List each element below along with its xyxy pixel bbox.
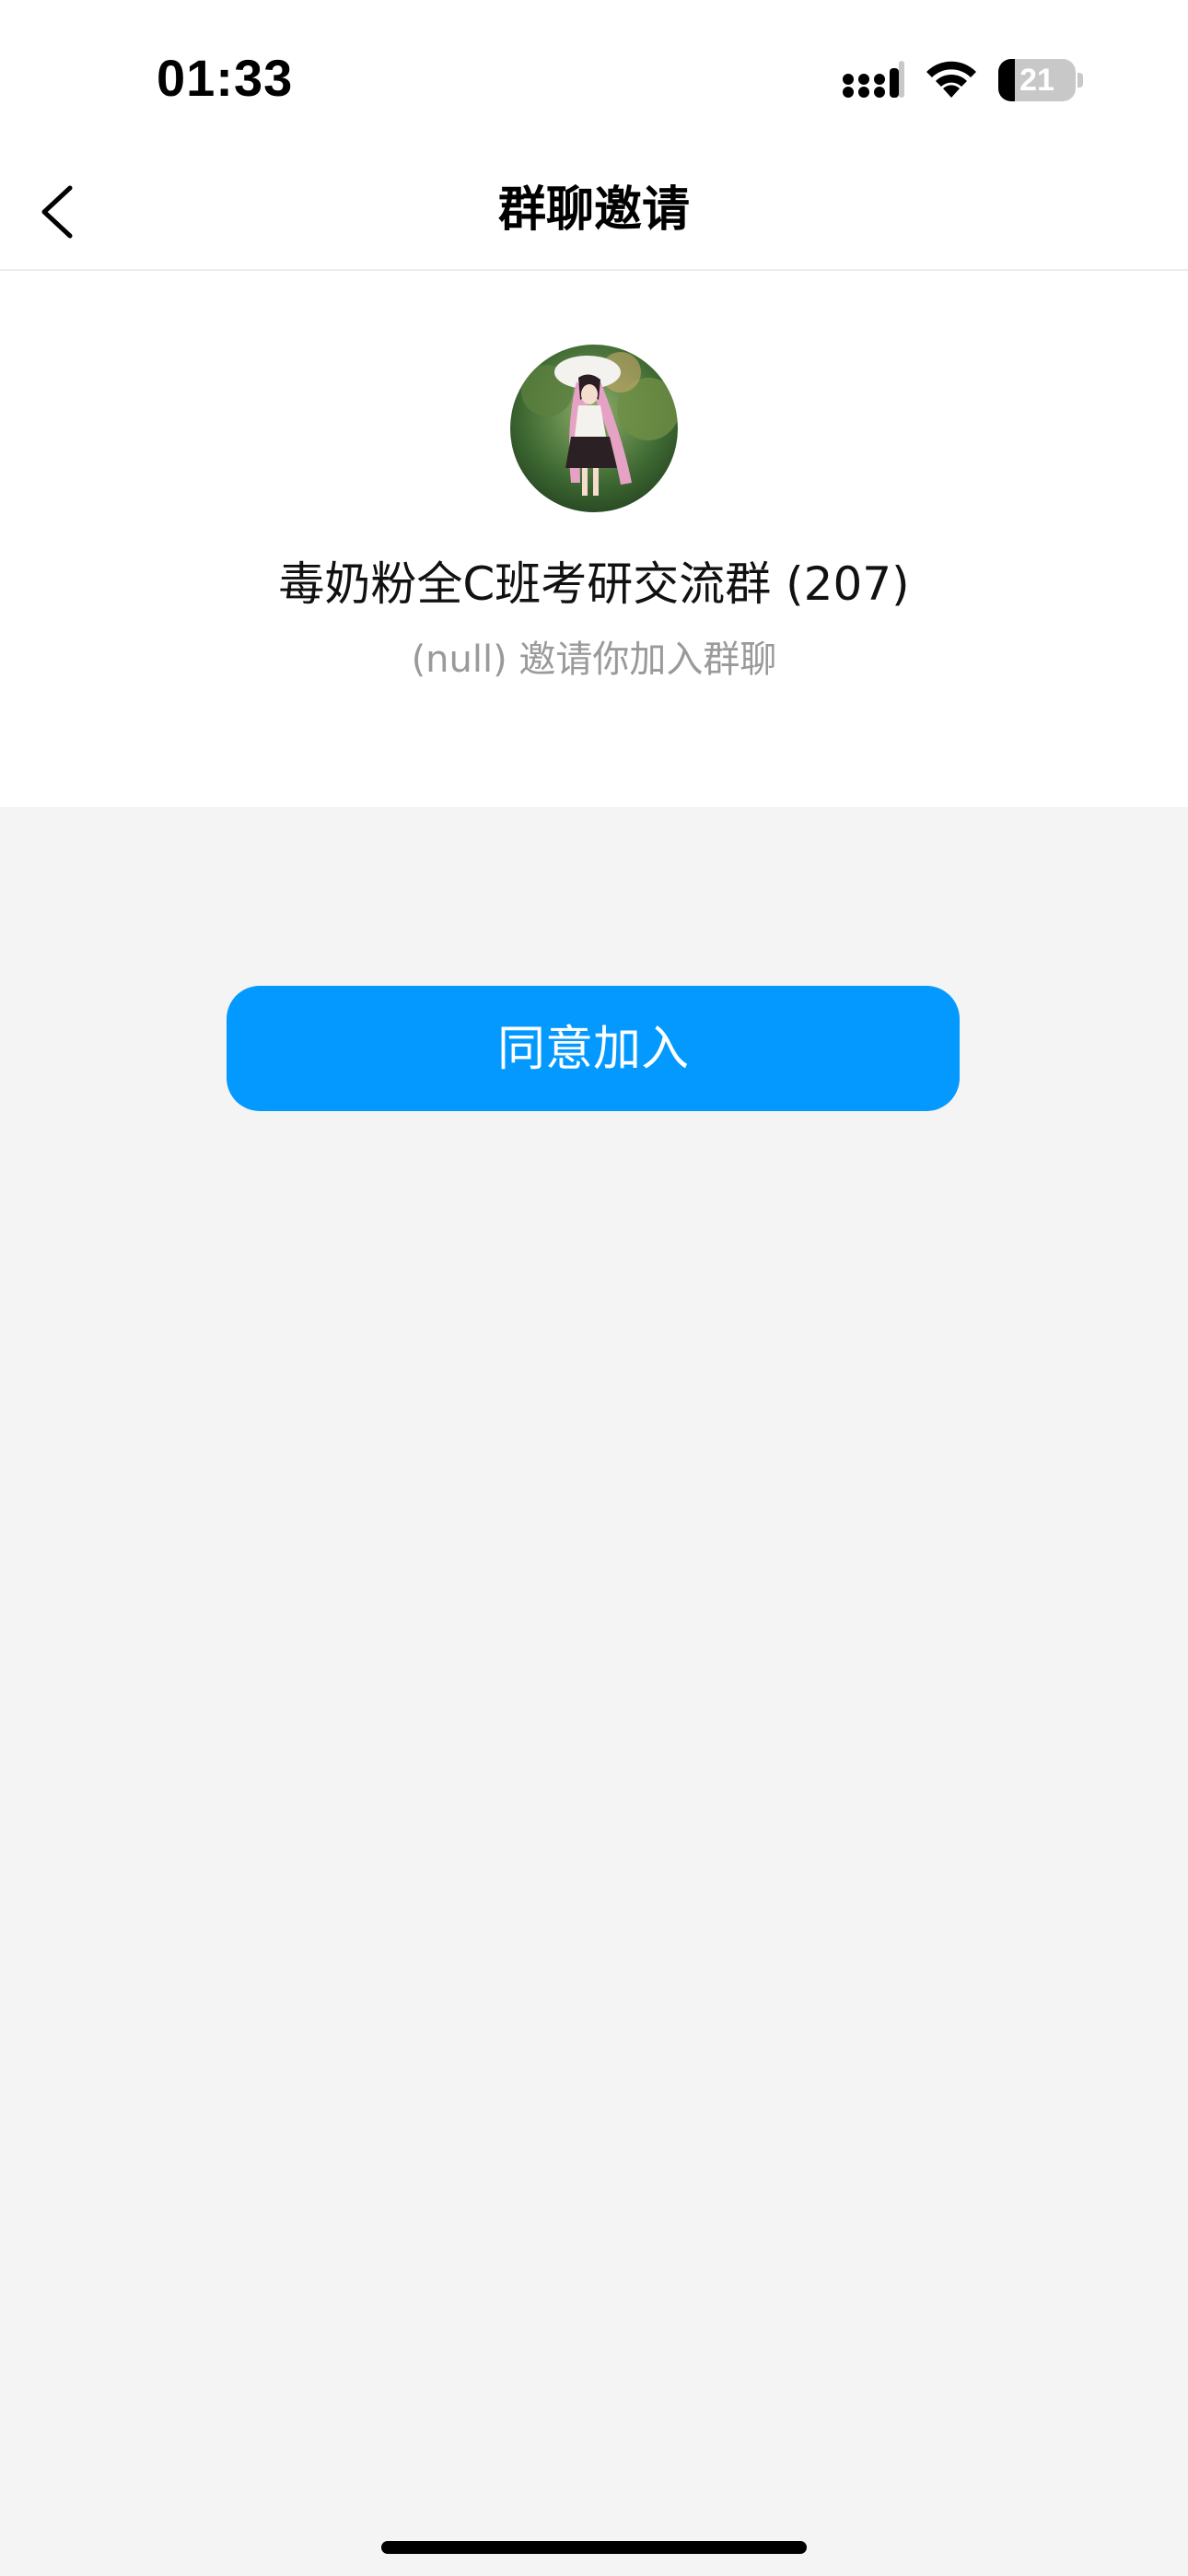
battery-icon: 21 (998, 59, 1083, 101)
group-info-card: 毒奶粉全C班考研交流群 (207) (null) 邀请你加入群聊 (0, 271, 1188, 807)
invite-text: (null) 邀请你加入群聊 (411, 638, 777, 681)
battery-level: 21 (1019, 63, 1054, 98)
nav-bar: 群聊邀请 (0, 157, 1188, 271)
avatar-image (510, 345, 678, 512)
status-bar: 01:33 21 (0, 0, 1188, 157)
page-title: 群聊邀请 (497, 182, 690, 238)
group-name: 毒奶粉全C班考研交流群 (207) (278, 557, 910, 611)
group-avatar[interactable] (510, 345, 678, 512)
home-indicator[interactable] (381, 2541, 807, 2554)
signal-icon (843, 61, 904, 98)
join-group-button[interactable]: 同意加入 (227, 986, 960, 1111)
status-time: 01:33 (157, 49, 294, 107)
wifi-icon (926, 61, 976, 98)
